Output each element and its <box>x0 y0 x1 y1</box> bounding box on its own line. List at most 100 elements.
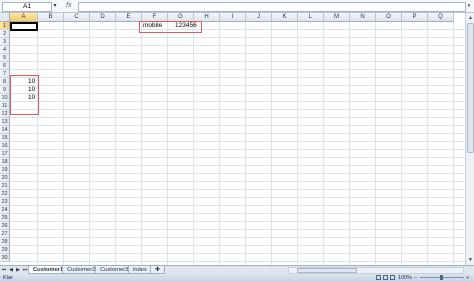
row-header-14[interactable]: 14 <box>0 126 10 134</box>
row-header-18[interactable]: 18 <box>0 158 10 166</box>
cell-F2[interactable]: mobile <box>143 22 162 30</box>
row-header-5[interactable]: 5 <box>0 54 10 62</box>
column-header-j[interactable]: J <box>246 13 272 22</box>
row-header-10[interactable]: 10 <box>0 94 10 102</box>
column-header-d[interactable]: D <box>90 13 116 22</box>
gridline-horizontal <box>10 181 464 182</box>
row-header-2[interactable]: 2 <box>0 30 10 38</box>
zoom-out-icon[interactable]: − <box>414 274 417 282</box>
gridline-horizontal <box>10 117 464 118</box>
gridline-horizontal <box>10 221 464 222</box>
column-header-l[interactable]: L <box>298 13 324 22</box>
gridline-horizontal <box>10 109 464 110</box>
row-header-15[interactable]: 15 <box>0 134 10 142</box>
tab-index[interactable]: index <box>128 266 152 274</box>
cell-A9[interactable]: 10 <box>28 86 35 94</box>
row-header-16[interactable]: 16 <box>0 142 10 150</box>
gridline-horizontal <box>10 157 464 158</box>
row-header-21[interactable]: 21 <box>0 182 10 190</box>
gridline-horizontal <box>10 261 464 262</box>
row-header-9[interactable]: 9 <box>0 86 10 94</box>
zoom-in-icon[interactable]: + <box>466 274 469 282</box>
gridline-horizontal <box>10 237 464 238</box>
gridline-horizontal <box>10 141 464 142</box>
gridline-horizontal <box>10 149 464 150</box>
cell-A8[interactable]: 10 <box>28 78 35 86</box>
formula-bar: A1 ▾ fx ▾ <box>0 0 474 13</box>
insert-sheet-icon[interactable]: ✚ <box>150 266 165 274</box>
row-header-20[interactable]: 20 <box>0 174 10 182</box>
row-header-7[interactable]: 7 <box>0 70 10 78</box>
column-header-i[interactable]: I <box>220 13 246 22</box>
name-box-dropdown-icon[interactable]: ▾ <box>51 2 59 10</box>
name-box[interactable]: A1 <box>2 2 52 12</box>
vertical-scrollbar[interactable]: ▲ ▼ <box>465 13 474 265</box>
gridline-horizontal <box>10 165 464 166</box>
next-sheet-icon[interactable]: ▶ <box>15 267 21 274</box>
row-header-17[interactable]: 17 <box>0 150 10 158</box>
gridline-horizontal <box>10 125 464 126</box>
gridline-horizontal <box>10 53 464 54</box>
gridline-horizontal <box>10 229 464 230</box>
worksheet-grid[interactable]: ABCDEFGHIJKLMNOPQ 1 2 3 4 5 6 7 8 9 10 11 12 13 14 15 1… <box>0 13 464 265</box>
row-header-8[interactable]: 8 <box>0 78 10 86</box>
first-sheet-icon[interactable]: ⏮ <box>1 267 7 274</box>
row-header-6[interactable]: 6 <box>0 62 10 70</box>
row-header-22[interactable]: 22 <box>0 190 10 198</box>
row-header-19[interactable]: 19 <box>0 166 10 174</box>
scroll-down-icon[interactable]: ▼ <box>467 256 474 264</box>
zoom-slider-handle[interactable] <box>440 275 443 280</box>
horizontal-scroll-thumb[interactable] <box>297 268 357 273</box>
gridline-horizontal <box>10 37 464 38</box>
normal-view-icon[interactable] <box>376 275 381 280</box>
column-header-o[interactable]: O <box>376 13 402 22</box>
row-header-1[interactable]: 1 <box>0 22 10 30</box>
cell-A10[interactable]: 10 <box>28 94 35 102</box>
page-break-view-icon[interactable] <box>390 275 395 280</box>
row-header-3[interactable]: 3 <box>0 38 10 46</box>
row-header-30[interactable]: 30 <box>0 254 10 262</box>
column-header-p[interactable]: P <box>402 13 428 22</box>
select-all-button[interactable] <box>0 13 10 22</box>
gridline-horizontal <box>10 85 464 86</box>
gridline-horizontal <box>10 133 464 134</box>
cell-G2[interactable]: 123456 <box>175 22 197 30</box>
gridline-horizontal <box>10 29 464 30</box>
column-header-n[interactable]: N <box>350 13 376 22</box>
row-header-12[interactable]: 12 <box>0 110 10 118</box>
vertical-scroll-thumb[interactable] <box>467 23 474 153</box>
formula-input[interactable] <box>78 2 466 12</box>
row-header-4[interactable]: 4 <box>0 46 10 54</box>
column-header-k[interactable]: K <box>272 13 298 22</box>
column-header-a[interactable]: A <box>10 13 38 22</box>
gridline-horizontal <box>10 101 464 102</box>
active-cell-outline[interactable] <box>10 22 38 31</box>
zoom-level[interactable]: 100% <box>398 274 412 282</box>
row-header-11[interactable]: 11 <box>0 102 10 110</box>
row-header-25[interactable]: 25 <box>0 214 10 222</box>
gridline-horizontal <box>10 93 464 94</box>
gridline-horizontal <box>10 213 464 214</box>
row-header-13[interactable]: 13 <box>0 118 10 126</box>
horizontal-scrollbar[interactable] <box>288 267 464 274</box>
row-header-24[interactable]: 24 <box>0 206 10 214</box>
row-header-26[interactable]: 26 <box>0 222 10 230</box>
column-header-q[interactable]: Q <box>428 13 454 22</box>
gridline-horizontal <box>10 69 464 70</box>
gridline-horizontal <box>10 45 464 46</box>
column-header-m[interactable]: M <box>324 13 350 22</box>
expand-formula-bar-icon[interactable]: ▾ <box>466 2 472 10</box>
column-header-b[interactable]: B <box>38 13 64 22</box>
scroll-up-icon[interactable]: ▲ <box>467 14 474 22</box>
gridline-horizontal <box>10 205 464 206</box>
row-header-29[interactable]: 29 <box>0 246 10 254</box>
prev-sheet-icon[interactable]: ◀ <box>8 267 14 274</box>
gridline-horizontal <box>10 61 464 62</box>
row-header-27[interactable]: 27 <box>0 230 10 238</box>
page-layout-view-icon[interactable] <box>383 275 388 280</box>
gridline-horizontal <box>10 173 464 174</box>
row-header-28[interactable]: 28 <box>0 238 10 246</box>
insert-function-icon[interactable]: fx <box>66 1 71 11</box>
row-header-23[interactable]: 23 <box>0 198 10 206</box>
column-header-c[interactable]: C <box>64 13 90 22</box>
